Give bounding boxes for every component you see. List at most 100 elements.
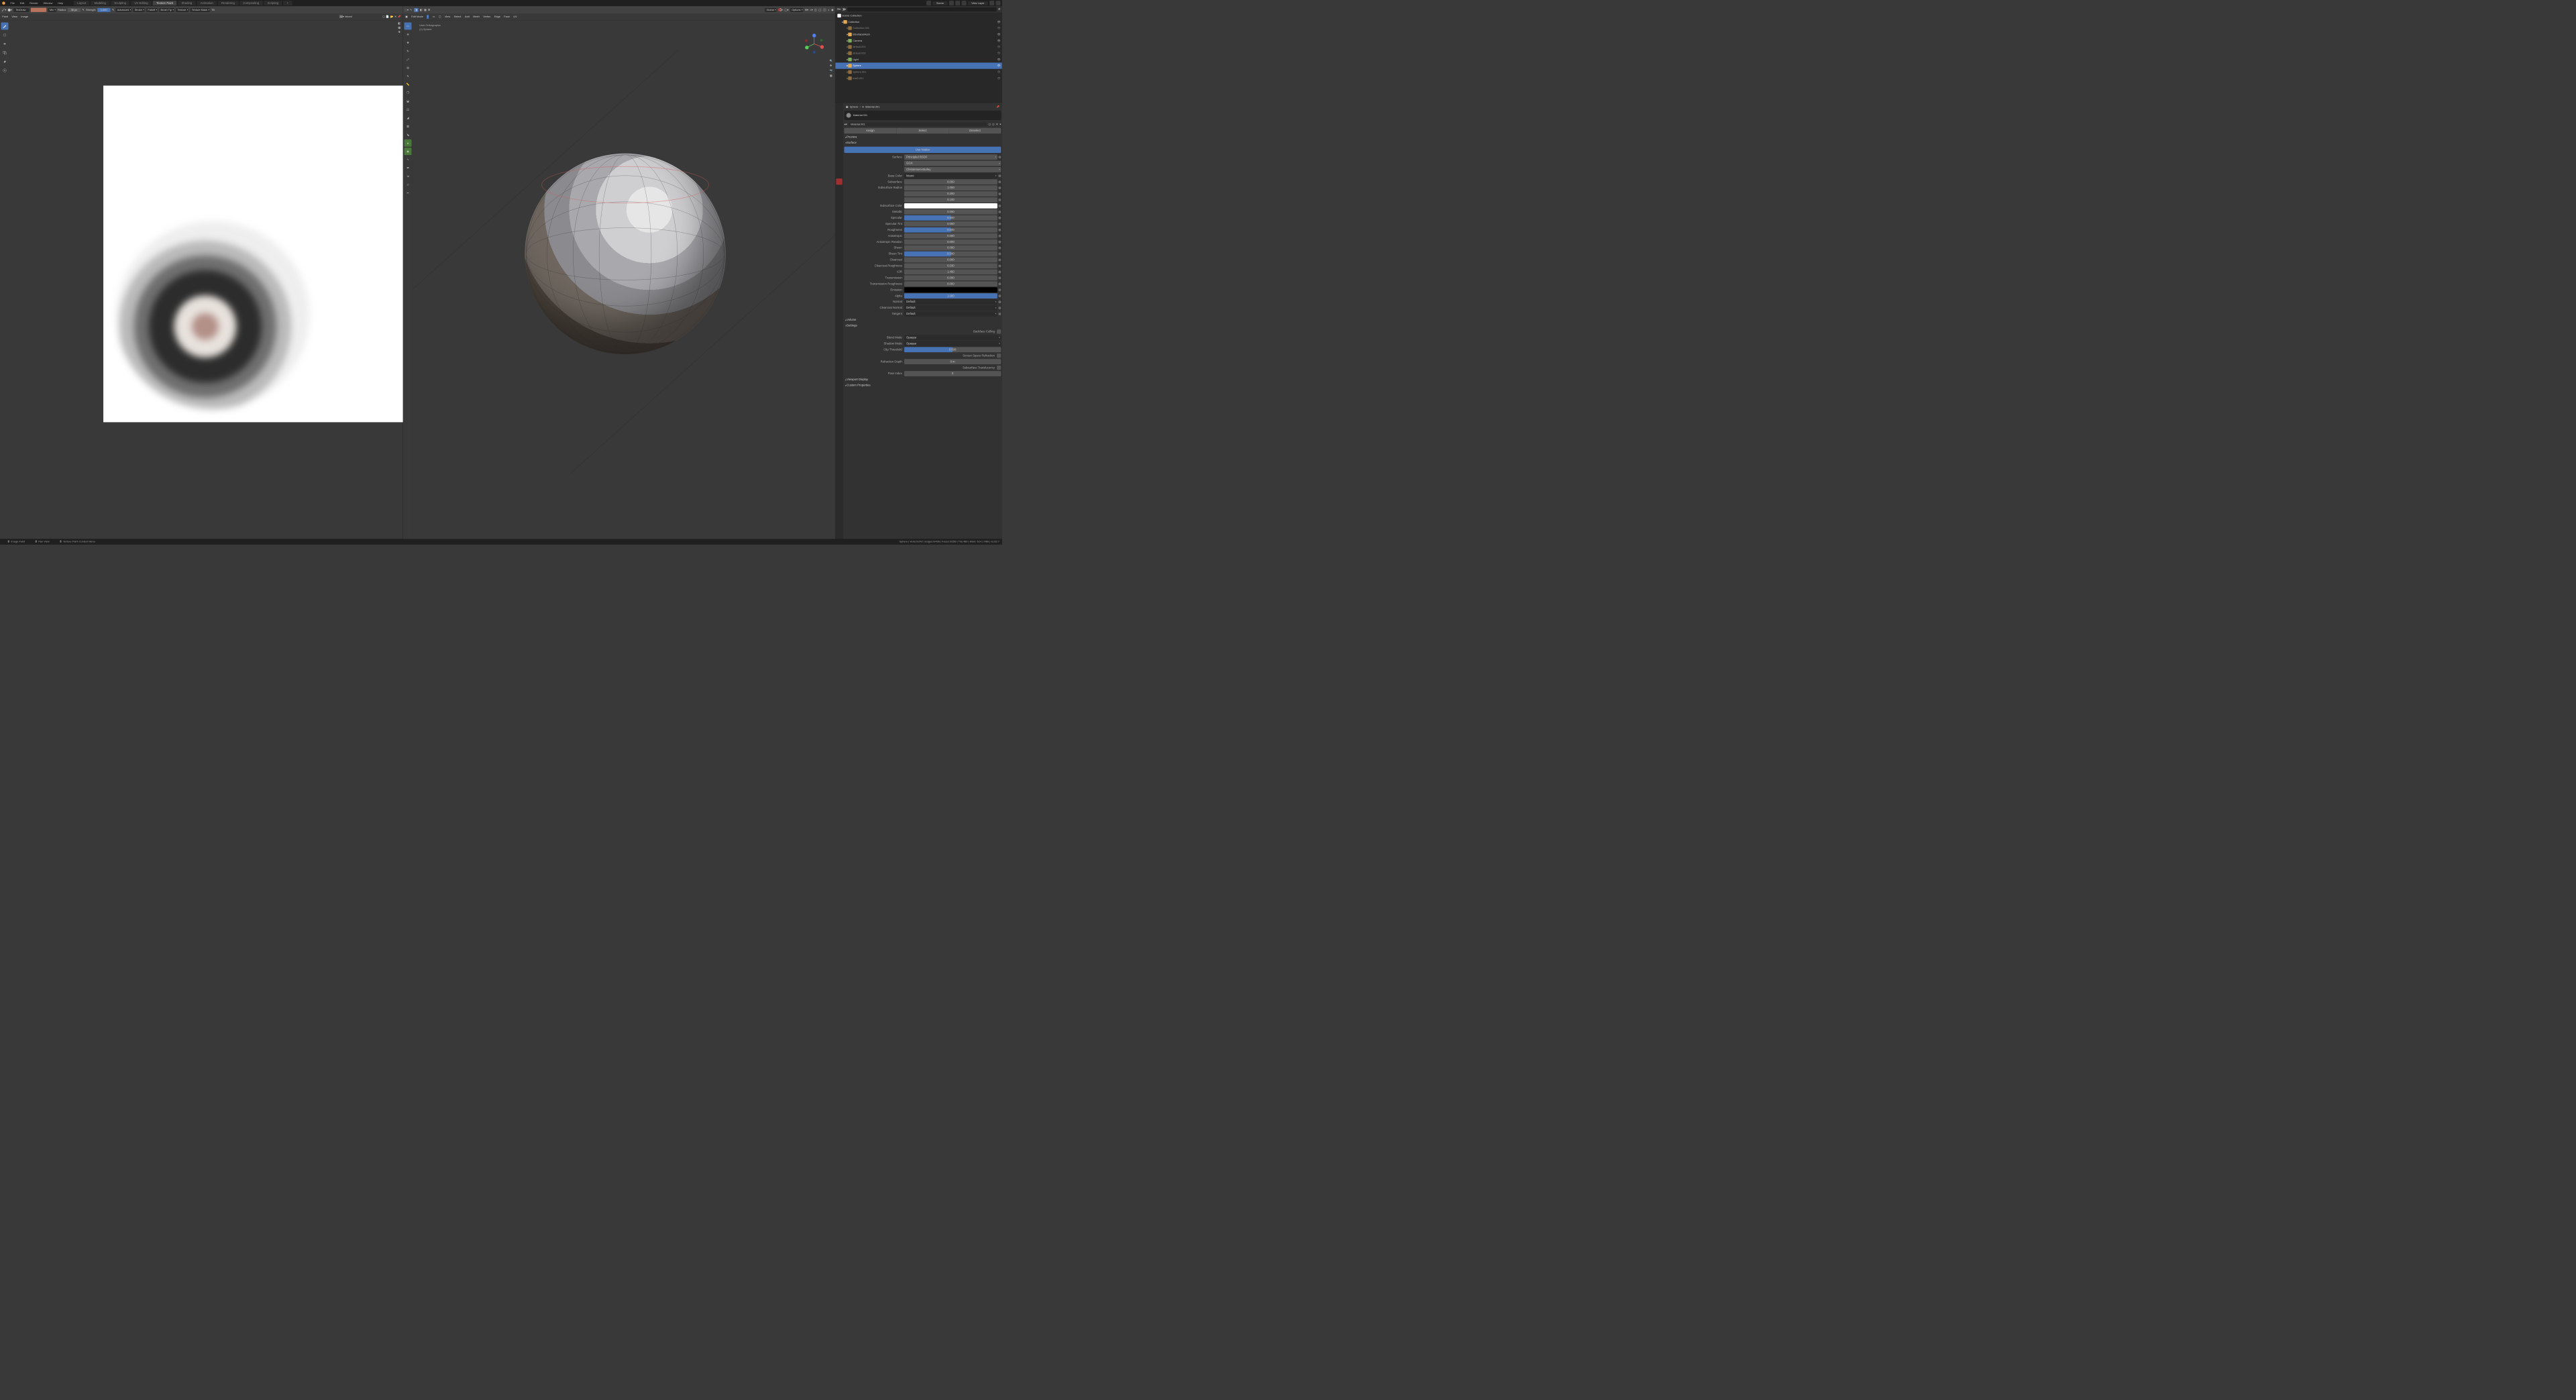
- menu-help[interactable]: Help: [55, 2, 66, 5]
- link-dot[interactable]: [998, 229, 1001, 231]
- vtool-smooth[interactable]: ∿: [405, 156, 412, 164]
- prop-value[interactable]: 0.000: [904, 246, 998, 251]
- outliner-item[interactable]: ▸ default.002👁: [835, 50, 1002, 56]
- link-dot[interactable]: [998, 193, 1001, 195]
- image-name-field[interactable]: hitomi: [345, 15, 381, 18]
- link-dot[interactable]: [998, 205, 1001, 207]
- vtool-shear[interactable]: ▱: [405, 181, 412, 189]
- stroke-dropdown[interactable]: Stroke: [133, 8, 144, 12]
- tool-mask[interactable]: [1, 67, 9, 74]
- vp-view-menu[interactable]: View: [445, 15, 450, 18]
- scene-new-icon[interactable]: [949, 1, 954, 5]
- brush-name-field[interactable]: TexDraw: [13, 8, 29, 12]
- prop-value[interactable]: 0.200: [904, 191, 998, 197]
- vtool-add-cube[interactable]: ❒: [405, 89, 412, 97]
- link-dot[interactable]: [998, 217, 1001, 219]
- ptab-mesh[interactable]: [836, 172, 842, 178]
- vp-uv-menu[interactable]: UV: [513, 15, 517, 18]
- image-users-icon[interactable]: ◻: [382, 15, 384, 18]
- ptab-render[interactable]: [836, 104, 842, 110]
- menu-render[interactable]: Render: [27, 2, 41, 5]
- vtool-rotate[interactable]: ↻: [405, 48, 412, 55]
- prop-value[interactable]: 0.000: [904, 258, 998, 263]
- viewlayer-browse-icon[interactable]: [961, 1, 966, 5]
- prop-value[interactable]: Default: [904, 299, 998, 305]
- link-dot[interactable]: [998, 270, 1001, 273]
- outliner-display-icon[interactable]: ◨▾: [842, 8, 846, 11]
- link-dot[interactable]: [998, 276, 1001, 279]
- prop-value[interactable]: 0.500: [904, 227, 998, 233]
- tab-rendering[interactable]: Rendering: [218, 1, 239, 5]
- uv-toggle-icon[interactable]: ◧: [398, 22, 400, 25]
- outliner-search[interactable]: [847, 7, 996, 11]
- link-dot[interactable]: [998, 258, 1001, 261]
- pen-pressure-icon[interactable]: ✎: [82, 9, 84, 11]
- assign-button[interactable]: Assign: [844, 128, 896, 134]
- link-dot[interactable]: [998, 307, 1001, 309]
- material-nodes-icon[interactable]: ◻: [989, 123, 991, 125]
- tab-add[interactable]: +: [283, 1, 292, 5]
- mode-dropdown[interactable]: Edit Mode: [411, 15, 423, 18]
- outliner-item[interactable]: ▸ default.001👁: [835, 44, 1002, 50]
- menu-file[interactable]: File: [8, 2, 17, 5]
- cursor-tool-icon[interactable]: ↖: [410, 9, 412, 11]
- prop-value[interactable]: 1.000: [904, 293, 998, 299]
- prop-value[interactable]: 0: [904, 371, 1001, 376]
- view-menu[interactable]: View: [11, 15, 17, 18]
- link-dot[interactable]: [998, 301, 1001, 303]
- sel-mode-vert-icon[interactable]: ▫: [427, 15, 429, 19]
- outliner-item[interactable]: ▸ Light👁: [835, 56, 1002, 62]
- outliner-filter-icon[interactable]: ⚙: [998, 8, 1000, 11]
- outliner-item[interactable]: ▸ Sphere.001👁: [835, 69, 1002, 75]
- ptab-material[interactable]: [836, 178, 842, 184]
- prop-value[interactable]: [904, 203, 998, 209]
- shading-rendered-icon[interactable]: ◉: [831, 9, 833, 11]
- vtool-extrude[interactable]: ⬓: [405, 97, 412, 105]
- outliner-item[interactable]: ▸ BSurfaceMesh👁: [835, 32, 1002, 38]
- pen-pressure-icon-2[interactable]: ✎: [112, 9, 114, 11]
- viewlayer-field[interactable]: View Layer: [968, 1, 988, 5]
- panel-settings[interactable]: Settings: [844, 323, 1001, 329]
- outliner-scene-collection[interactable]: Scene Collection: [835, 13, 1002, 19]
- select-icon-3[interactable]: ▦: [424, 9, 427, 11]
- scene-del-icon[interactable]: [955, 1, 960, 5]
- brushtip-dropdown[interactable]: Brush Tip: [159, 8, 174, 12]
- xray-icon[interactable]: ◫: [814, 9, 817, 11]
- ptab-world[interactable]: [836, 131, 842, 137]
- material-unlink-icon[interactable]: ✕: [996, 123, 998, 125]
- prop-value[interactable]: Opaque: [904, 335, 1001, 340]
- vp-select-menu[interactable]: Select: [454, 15, 462, 18]
- image-menu[interactable]: Image: [21, 15, 28, 18]
- ptab-constraints[interactable]: [836, 165, 842, 171]
- select-icon-1[interactable]: ◨: [414, 8, 419, 12]
- tool-smear[interactable]: [1, 40, 9, 48]
- tiling-dropdown[interactable]: Tili: [211, 9, 215, 11]
- material-slot[interactable]: Material.001: [844, 111, 1001, 120]
- brush-preview-icon[interactable]: ⬤▾: [8, 9, 12, 11]
- outliner-item[interactable]: ▸ trial3.001👁: [835, 75, 1002, 81]
- link-dot[interactable]: [998, 180, 1001, 183]
- vtool-cursor[interactable]: ⊕: [405, 31, 412, 38]
- select-icon-2[interactable]: ◧: [420, 9, 423, 11]
- deselect-button[interactable]: Deselect: [949, 128, 1002, 134]
- outliner-item[interactable]: ▸ Camera👁: [835, 38, 1002, 44]
- prop-value[interactable]: 0.000: [904, 239, 998, 245]
- overlay-toggle-icon[interactable]: ◐▾: [810, 9, 812, 11]
- link-dot[interactable]: [998, 288, 1001, 291]
- vtool-scale[interactable]: ⤢: [405, 56, 412, 63]
- link-dot[interactable]: [998, 174, 1001, 177]
- material-name-field[interactable]: Material.001: [849, 122, 987, 126]
- vtool-select[interactable]: ▭: [405, 22, 412, 30]
- vtool-transform[interactable]: ⊞: [405, 64, 412, 72]
- vtool-move[interactable]: ✥: [405, 39, 412, 46]
- image-unlink-icon[interactable]: ✕: [394, 15, 396, 18]
- tab-uv-editing[interactable]: UV Editing: [131, 1, 152, 5]
- vtool-rip[interactable]: ✂: [405, 189, 412, 197]
- prop-value[interactable]: [904, 287, 998, 292]
- select-button[interactable]: Select: [896, 128, 949, 134]
- ptab-scene[interactable]: [836, 124, 842, 130]
- pan-icon[interactable]: ✥: [398, 31, 400, 34]
- vp-edge-menu[interactable]: Edge: [494, 15, 500, 18]
- prop-value[interactable]: Default: [904, 311, 998, 317]
- prop-value[interactable]: Default: [904, 305, 998, 311]
